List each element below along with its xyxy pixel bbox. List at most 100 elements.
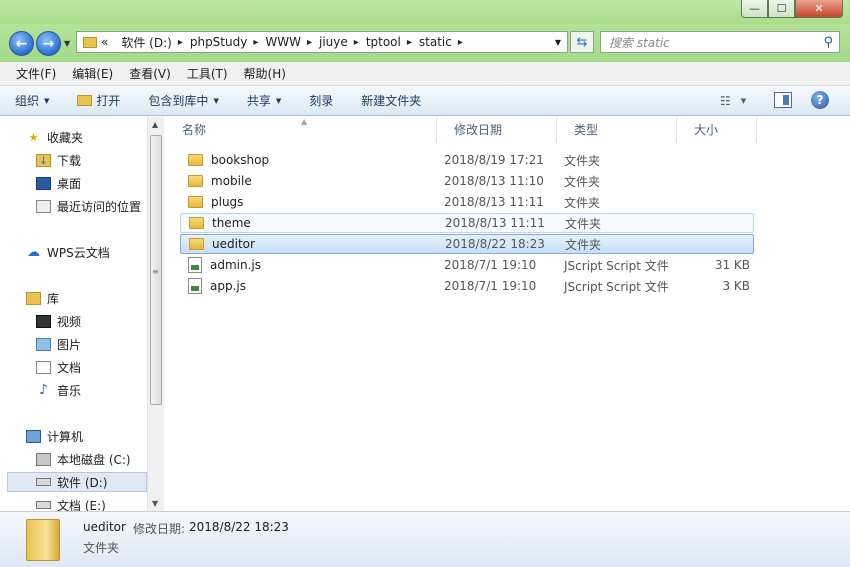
video-icon (36, 314, 51, 328)
back-button[interactable]: ← (9, 31, 34, 56)
nav-favorites[interactable]: ★ 收藏夹 (0, 127, 83, 147)
share-button[interactable]: 共享 ▼ (247, 92, 281, 109)
column-header: 名称 修改日期 类型 大小 (165, 117, 850, 142)
column-type[interactable]: 类型 (557, 117, 677, 142)
breadcrumb-tptool[interactable]: tptool (366, 35, 401, 49)
nav-wps-cloud[interactable]: ☁ WPS云文档 (0, 242, 110, 262)
nav-videos[interactable]: 视频 (0, 311, 81, 331)
file-row-app-js[interactable]: app.js 2018/7/1 19:10 JScript Script 文件 … (180, 276, 754, 296)
nav-pictures[interactable]: 图片 (0, 334, 81, 354)
change-view-button[interactable]: ☷ ▼ (720, 94, 746, 108)
chevron-right-icon[interactable]: ▸ (458, 37, 463, 48)
help-icon: ? (816, 93, 824, 107)
breadcrumb-static[interactable]: static (419, 35, 452, 49)
help-button[interactable]: ? (811, 91, 829, 109)
search-placeholder: 搜索 static (609, 35, 670, 50)
include-label: 包含到库中 (148, 94, 209, 108)
file-row-bookshop[interactable]: bookshop 2018/8/19 17:21 文件夹 (180, 150, 754, 170)
recent-places-icon (36, 199, 51, 213)
folder-icon (188, 196, 203, 208)
maximize-button[interactable]: ☐ (768, 0, 795, 18)
nav-downloads[interactable]: ↓ 下载 (0, 150, 81, 170)
nav-drive-c[interactable]: 本地磁盘 (C:) (0, 449, 131, 469)
breadcrumb-drive-d[interactable]: 软件 (D:) (121, 34, 171, 51)
refresh-button[interactable]: ⇆ (570, 31, 594, 53)
arrow-right-icon: → (42, 35, 55, 52)
file-type: 文件夹 (565, 216, 602, 231)
desktop-icon (36, 176, 51, 190)
file-modified: 2018/8/13 11:11 (445, 216, 545, 230)
breadcrumb-jiuye[interactable]: jiuye (319, 35, 348, 49)
nav-drive-e[interactable]: 文档 (E:) (0, 495, 106, 511)
include-in-library-button[interactable]: 包含到库中 ▼ (148, 92, 218, 109)
chevron-right-icon[interactable]: ▸ (178, 37, 183, 48)
search-icon[interactable]: ⚲ (823, 35, 833, 50)
file-row-ueditor[interactable]: ueditor 2018/8/22 18:23 文件夹 (180, 234, 754, 254)
forward-button[interactable]: → (36, 31, 61, 56)
library-icon (26, 291, 41, 305)
address-bar[interactable]: « 软件 (D:) ▸ phpStudy ▸ WWW ▸ jiuye ▸ tpt… (76, 31, 568, 53)
file-modified: 2018/7/1 19:10 (444, 258, 537, 272)
file-row-theme[interactable]: theme 2018/8/13 11:11 文件夹 (180, 213, 754, 233)
chevron-right-icon[interactable]: ▸ (354, 37, 359, 48)
organize-label: 组织 (15, 94, 40, 108)
menu-tools[interactable]: 工具(T) (179, 65, 236, 82)
menu-view[interactable]: 查看(V) (121, 65, 179, 82)
chevron-right-icon[interactable]: ▸ (253, 37, 258, 48)
menu-edit[interactable]: 编辑(E) (64, 65, 121, 82)
chevron-down-icon[interactable]: ▼ (741, 97, 746, 105)
chevron-right-icon[interactable]: ▸ (307, 37, 312, 48)
navigation-scrollbar[interactable]: ▲ ≡ ▼ (147, 117, 164, 511)
scrollbar-grip-icon: ≡ (152, 267, 159, 276)
nav-documents[interactable]: 文档 (0, 357, 81, 377)
folder-icon (189, 238, 204, 250)
file-name: mobile (211, 174, 252, 188)
chevron-down-icon: ▼ (213, 96, 219, 105)
share-label: 共享 (246, 94, 271, 108)
new-folder-button[interactable]: 新建文件夹 (361, 92, 421, 109)
scroll-down-icon[interactable]: ▼ (152, 499, 158, 508)
nav-label: 文档 (E:) (57, 498, 106, 512)
nav-label: 计算机 (47, 429, 84, 444)
file-modified: 2018/7/1 19:10 (444, 279, 537, 293)
scroll-up-icon[interactable]: ▲ (152, 120, 158, 129)
close-button[interactable]: ✕ (795, 0, 843, 18)
breadcrumb-www[interactable]: WWW (265, 35, 301, 49)
minimize-button[interactable]: — (741, 0, 768, 18)
recent-pages-dropdown[interactable]: ▼ (64, 39, 70, 48)
menu-help[interactable]: 帮助(H) (236, 65, 294, 82)
file-type: JScript Script 文件 (564, 279, 669, 294)
nav-computer[interactable]: 计算机 (0, 426, 83, 446)
nav-libraries[interactable]: 库 (0, 288, 59, 308)
music-icon: ♪ (39, 382, 48, 398)
nav-drive-d[interactable]: 软件 (D:) (7, 472, 147, 492)
menu-bar: 文件(F) 编辑(E) 查看(V) 工具(T) 帮助(H) (0, 62, 850, 86)
folder-icon (83, 36, 97, 48)
details-modified-value: 2018/8/22 18:23 (189, 520, 289, 534)
search-input[interactable]: 搜索 static ⚲ (600, 31, 840, 53)
file-modified: 2018/8/13 11:11 (444, 195, 544, 209)
nav-music[interactable]: ♪ 音乐 (0, 380, 81, 400)
open-button[interactable]: 打开 (77, 92, 120, 109)
column-modified[interactable]: 修改日期 (437, 117, 557, 142)
breadcrumb-overflow[interactable]: « (101, 35, 108, 49)
file-row-mobile[interactable]: mobile 2018/8/13 11:10 文件夹 (180, 171, 754, 191)
organize-button[interactable]: 组织 ▼ (15, 92, 49, 109)
menu-file[interactable]: 文件(F) (8, 65, 64, 82)
nav-desktop[interactable]: 桌面 (0, 173, 81, 193)
nav-label: 库 (47, 291, 60, 306)
folder-icon (189, 217, 204, 229)
title-bar: — ☐ ✕ (0, 0, 850, 24)
burn-button[interactable]: 刻录 (309, 92, 333, 109)
address-dropdown[interactable]: ▼ (555, 38, 561, 47)
file-row-plugs[interactable]: plugs 2018/8/13 11:11 文件夹 (180, 192, 754, 212)
nav-label: 本地磁盘 (C:) (57, 452, 131, 467)
breadcrumb-phpstudy[interactable]: phpStudy (190, 35, 248, 49)
file-row-admin-js[interactable]: admin.js 2018/7/1 19:10 JScript Script 文… (180, 255, 754, 275)
file-type: 文件夹 (564, 195, 601, 210)
nav-recent-places[interactable]: 最近访问的位置 (0, 196, 141, 216)
file-modified: 2018/8/19 17:21 (444, 153, 544, 167)
preview-pane-button[interactable] (774, 92, 792, 108)
column-size[interactable]: 大小 (677, 117, 757, 142)
chevron-right-icon[interactable]: ▸ (407, 37, 412, 48)
